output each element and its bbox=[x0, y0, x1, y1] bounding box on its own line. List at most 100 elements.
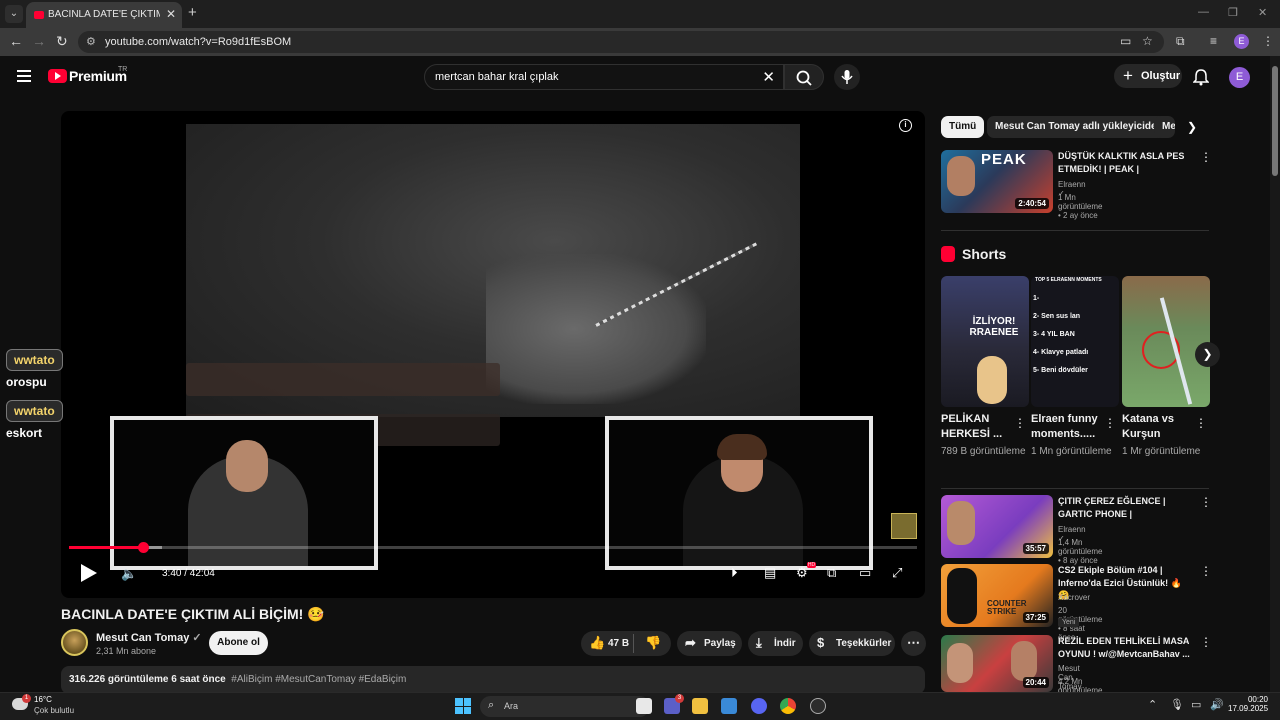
tab-search-button[interactable]: ⌄ bbox=[5, 5, 23, 23]
subtitles-icon[interactable]: ▤ bbox=[764, 565, 776, 581]
country-code: TR bbox=[118, 66, 128, 73]
scrollbar-thumb[interactable] bbox=[1272, 66, 1278, 176]
window-close-icon[interactable]: ✕ bbox=[1258, 6, 1267, 19]
short-item[interactable]: Katana vs Kurşun 1 Mr görüntüleme ⋮ bbox=[1122, 276, 1210, 459]
chevron-right-icon[interactable]: ❯ bbox=[1187, 120, 1197, 134]
tray-chevron-icon[interactable]: ⌃ bbox=[1148, 698, 1157, 711]
photos-icon[interactable] bbox=[721, 698, 737, 714]
taskbar-clock[interactable]: 00:20 17.09.2025 bbox=[1228, 695, 1268, 713]
video-thumbnail[interactable]: 35:57 bbox=[941, 495, 1053, 558]
channel-avatar[interactable] bbox=[61, 629, 88, 656]
short-item[interactable]: İZLİYOR! RRAENEE PELİKAN HERKESİ ... 789… bbox=[941, 276, 1029, 459]
miniplayer-icon[interactable]: ⧉ bbox=[827, 565, 836, 581]
video-player[interactable]: i 🔈 3:40 / 42:04 ⏵ ▤ ⚙ HD ⧉ ▭ ⤢ bbox=[61, 111, 925, 598]
reload-icon[interactable]: ↻ bbox=[56, 33, 68, 50]
cast-icon[interactable]: ▭ bbox=[1120, 34, 1131, 48]
back-icon[interactable]: ← bbox=[9, 33, 23, 49]
microphone-tray-icon[interactable]: 🎙 bbox=[1170, 698, 1184, 711]
tab-close-icon[interactable]: ✕ bbox=[166, 7, 176, 21]
create-button[interactable]: + Oluştur bbox=[1114, 64, 1182, 88]
volume-icon[interactable]: 🔈 bbox=[121, 566, 137, 582]
windows-start-icon[interactable] bbox=[455, 698, 471, 714]
thanks-button[interactable]: $ Teşekkürler bbox=[809, 631, 895, 656]
account-avatar[interactable]: E bbox=[1229, 67, 1250, 88]
video-thumbnail[interactable]: COUNTER STRIKE 37:25 bbox=[941, 564, 1053, 627]
bookmark-star-icon[interactable]: ☆ bbox=[1142, 34, 1153, 48]
more-vert-icon[interactable]: ⋮ bbox=[1200, 564, 1212, 578]
youtube-logo-icon[interactable] bbox=[48, 69, 67, 83]
thumbnail-face bbox=[1011, 641, 1037, 681]
voice-search-button[interactable] bbox=[834, 64, 860, 90]
more-vert-icon[interactable]: ⋮ bbox=[1195, 416, 1207, 430]
search-input[interactable]: mertcan bahar kral çıplak ✕ bbox=[424, 64, 784, 90]
scrubber-handle[interactable] bbox=[137, 542, 149, 553]
duration-badge: 35:57 bbox=[1022, 543, 1049, 554]
channel-name[interactable]: Mesut Can Tomay ✓ bbox=[96, 631, 202, 644]
taskbar-search[interactable]: ⌕ Ara bbox=[480, 696, 650, 717]
address-bar[interactable]: ⚙ youtube.com/watch?v=Ro9d1fEsBOM bbox=[78, 31, 1164, 53]
url-text: youtube.com/watch?v=Ro9d1fEsBOM bbox=[105, 36, 292, 48]
short-thumbnail[interactable]: İZLİYOR! RRAENEE bbox=[941, 276, 1029, 407]
forward-icon[interactable]: → bbox=[32, 33, 46, 49]
video-thumbnail[interactable]: PEAK 2:40:54 bbox=[941, 150, 1053, 213]
menu-icon[interactable] bbox=[17, 70, 31, 82]
fullscreen-icon[interactable]: ⤢ bbox=[892, 565, 902, 581]
reading-list-icon[interactable]: ≡ bbox=[1210, 34, 1217, 48]
description-box[interactable]: 316.226 görüntüleme 6 saat önce #AliBiçi… bbox=[61, 666, 925, 694]
play-icon[interactable] bbox=[81, 564, 97, 582]
new-tab-button[interactable]: + bbox=[188, 4, 197, 21]
shorts-next-icon[interactable]: ❯ bbox=[1195, 342, 1220, 367]
minimize-icon[interactable]: — bbox=[1198, 6, 1209, 18]
speaker-icon[interactable]: 🔊 bbox=[1210, 698, 1224, 711]
channel-watermark[interactable] bbox=[891, 513, 917, 539]
search-icon: ⌕ bbox=[488, 699, 495, 711]
more-vert-icon[interactable]: ⋮ bbox=[1200, 495, 1212, 509]
settings-gear-icon[interactable]: ⚙ bbox=[796, 565, 808, 581]
app-icon[interactable] bbox=[810, 698, 826, 714]
weather-temperature[interactable]: 16°C bbox=[34, 695, 52, 704]
autoplay-toggle[interactable]: ⏵ bbox=[731, 565, 738, 581]
more-vert-icon[interactable]: ⋮ bbox=[1200, 635, 1212, 649]
browser-profile-avatar[interactable]: E bbox=[1234, 34, 1249, 49]
hashtags[interactable]: #AliBiçim #MesutCanTomay #EdaBiçim bbox=[231, 674, 406, 685]
dislike-icon[interactable]: 👎 bbox=[645, 635, 661, 651]
more-vert-icon[interactable]: ⋮ bbox=[1200, 150, 1212, 164]
page-scrollbar[interactable] bbox=[1270, 56, 1280, 692]
clear-search-icon[interactable]: ✕ bbox=[762, 68, 775, 86]
short-thumbnail[interactable]: TOP 5 ELRAENN MOMENTS 1- 2- Sen sus lan … bbox=[1031, 276, 1119, 407]
list-line: 5- Beni dövdüler bbox=[1033, 367, 1088, 374]
chrome-icon[interactable] bbox=[780, 698, 796, 714]
video-thumbnail[interactable]: 20:44 bbox=[941, 635, 1053, 692]
like-icon[interactable]: 👍 bbox=[589, 635, 605, 651]
short-thumbnail[interactable] bbox=[1122, 276, 1210, 407]
task-view-icon[interactable] bbox=[636, 698, 652, 714]
browser-menu-icon[interactable]: ⋮ bbox=[1262, 34, 1274, 48]
discord-icon[interactable] bbox=[751, 698, 767, 714]
teams-badge: 3 bbox=[675, 694, 684, 703]
theater-mode-icon[interactable]: ▭ bbox=[859, 565, 871, 581]
download-button[interactable]: ⤓ İndir bbox=[748, 631, 803, 656]
info-icon[interactable]: i bbox=[899, 119, 912, 132]
chat-overlay-item: wwtato orospu bbox=[6, 349, 63, 389]
chip-all[interactable]: Tümü bbox=[941, 116, 985, 138]
more-actions-button[interactable]: ⋯ bbox=[901, 631, 926, 656]
more-vert-icon[interactable]: ⋮ bbox=[1014, 416, 1026, 430]
share-button[interactable]: ➦ Paylaş bbox=[677, 631, 742, 656]
weather-condition[interactable]: Çok bulutlu bbox=[34, 706, 74, 715]
short-item[interactable]: TOP 5 ELRAENN MOMENTS 1- 2- Sen sus lan … bbox=[1031, 276, 1119, 459]
site-info-icon[interactable]: ⚙ bbox=[86, 35, 96, 48]
progress-bar[interactable] bbox=[69, 542, 917, 553]
network-icon[interactable]: ▭ bbox=[1191, 698, 1201, 711]
file-explorer-icon[interactable] bbox=[692, 698, 708, 714]
subscribe-button[interactable]: Abone ol bbox=[209, 631, 268, 655]
browser-tab[interactable]: BACINLA DATE'E ÇIKTIM ALİ BİÇİM! ✕ bbox=[26, 2, 182, 28]
like-dislike-group: 👍 47 B 👎 bbox=[581, 631, 671, 656]
chip-more[interactable]: Me bbox=[1154, 116, 1175, 138]
restore-icon[interactable]: ❐ bbox=[1228, 6, 1238, 19]
chip-from-uploader[interactable]: Mesut Can Tomay adlı yükleyiciden bbox=[987, 116, 1171, 138]
more-vert-icon[interactable]: ⋮ bbox=[1104, 416, 1116, 430]
extensions-icon[interactable]: ⧉ bbox=[1176, 34, 1185, 49]
notifications-bell-icon[interactable] bbox=[1192, 68, 1210, 91]
search-button[interactable] bbox=[784, 64, 824, 90]
like-count[interactable]: 47 B bbox=[608, 638, 629, 649]
